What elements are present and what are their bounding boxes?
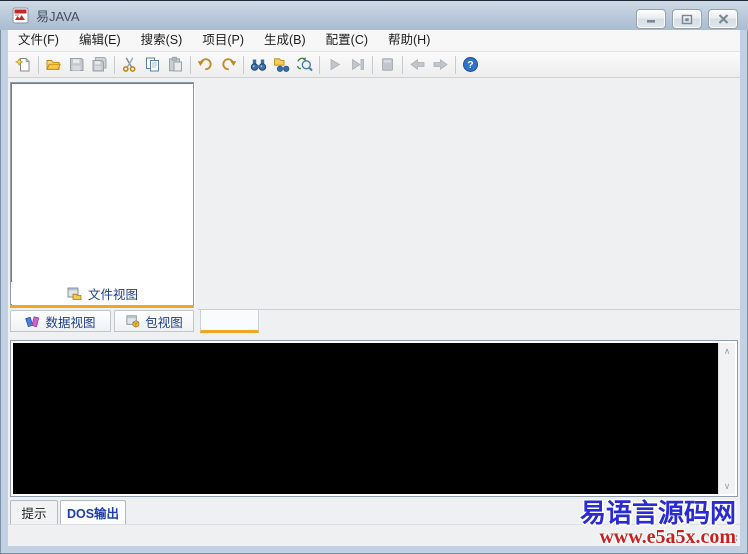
cut-icon [122,57,136,72]
run-button[interactable] [323,53,346,76]
file-view-tab[interactable]: 文件视图 [11,282,193,304]
toolbar-separator [402,55,403,74]
copy-button[interactable] [141,53,164,76]
undo-button[interactable] [194,53,217,76]
data-view-icon [25,316,40,328]
copy-icon [146,57,159,72]
editor-tab-strip [198,309,740,310]
cut-button[interactable] [118,53,141,76]
scroll-down-button[interactable]: ∨ [719,478,735,494]
toolbar: ? [8,52,740,78]
back-button[interactable] [406,53,429,76]
close-icon [718,14,728,24]
help-button[interactable]: ? [459,53,482,76]
forward-icon [433,59,448,70]
watermark-url: www.e5a5x.com [599,526,736,548]
minimize-button[interactable] [636,9,666,29]
menu-project[interactable]: 项目(P) [192,30,254,51]
side-view-tabs: 数据视图 包视图 [10,310,194,332]
file-view-icon [67,287,82,300]
console-frame: ∧ ∨ [10,340,738,497]
new-file-icon [15,57,30,72]
active-view-indicator [10,305,194,308]
step-icon [352,58,364,71]
file-view-label: 文件视图 [87,287,138,302]
minimize-icon [647,20,655,23]
package-view-label: 包视图 [145,315,183,330]
main-content: 文件视图 数据视图 包视图 ∧ ∨ 提示 DOS输出 [8,78,740,546]
menu-config[interactable]: 配置(C) [316,30,378,51]
toolbar-separator [38,55,39,74]
close-button[interactable] [708,9,738,29]
app-icon [12,7,29,24]
step-button[interactable] [346,53,369,76]
menubar: 文件(F) 编辑(E) 搜索(S) 项目(P) 生成(B) 配置(C) 帮助(H… [8,30,740,52]
toolbar-separator [243,55,244,74]
data-view-tab[interactable]: 数据视图 [10,310,111,332]
data-view-label: 数据视图 [45,315,96,330]
save-all-icon [92,57,107,72]
file-view-panel[interactable]: 文件视图 [10,82,194,308]
svg-text:?: ? [467,59,473,71]
redo-icon [222,58,237,71]
app-window: 易JAVA 文件(F) 编辑(E) 搜索(S) 项目(P) 生成(B) 配置(C… [0,0,748,554]
help-icon: ? [463,57,478,72]
window-controls [636,9,738,29]
hint-tab[interactable]: 提示 [10,500,58,524]
dos-output-tab[interactable]: DOS输出 [60,500,126,527]
maximize-button[interactable] [672,9,702,29]
paste-icon [169,56,182,72]
package-view-tab[interactable]: 包视图 [114,310,194,332]
run-icon [330,58,341,71]
hint-tab-label: 提示 [21,507,47,521]
watermark-site-name: 易语言源码网 [579,498,736,528]
find-in-files-button[interactable] [270,53,293,76]
back-icon [410,59,425,70]
toolbar-separator [372,55,373,74]
redo-button[interactable] [217,53,240,76]
find-in-files-icon [274,58,290,72]
watermark: 易语言源码网 www.e5a5x.com [579,498,736,548]
open-folder-button[interactable] [42,53,65,76]
menu-search[interactable]: 搜索(S) [131,30,193,51]
find-icon [250,59,267,71]
menu-help[interactable]: 帮助(H) [378,30,440,51]
document-icon [382,58,393,71]
toolbar-separator [455,55,456,74]
open-folder-icon [46,60,61,70]
save-icon [70,58,84,71]
dos-output-tab-label: DOS输出 [66,507,120,521]
new-file-button[interactable] [12,53,35,76]
menu-file[interactable]: 文件(F) [8,30,69,51]
editor-empty-tab[interactable] [200,309,259,333]
menu-edit[interactable]: 编辑(E) [69,30,131,51]
package-view-icon [126,315,140,328]
console-scrollbar[interactable]: ∧ ∨ [718,343,735,494]
save-button[interactable] [65,53,88,76]
document-button[interactable] [376,53,399,76]
menu-build[interactable]: 生成(B) [254,30,316,51]
maximize-icon [681,14,693,24]
forward-button[interactable] [429,53,452,76]
file-tree[interactable] [13,85,191,280]
window-title: 易JAVA [36,9,80,24]
find-button[interactable] [247,53,270,76]
toolbar-separator [319,55,320,74]
undo-icon [197,58,212,71]
titlebar: 易JAVA [0,0,748,30]
find-replace-button[interactable] [293,53,316,76]
paste-button[interactable] [164,53,187,76]
save-all-button[interactable] [88,53,111,76]
find-replace-icon [296,57,313,72]
toolbar-separator [114,55,115,74]
dos-output-console[interactable] [13,343,718,494]
scroll-up-button[interactable]: ∧ [719,343,735,359]
toolbar-separator [190,55,191,74]
